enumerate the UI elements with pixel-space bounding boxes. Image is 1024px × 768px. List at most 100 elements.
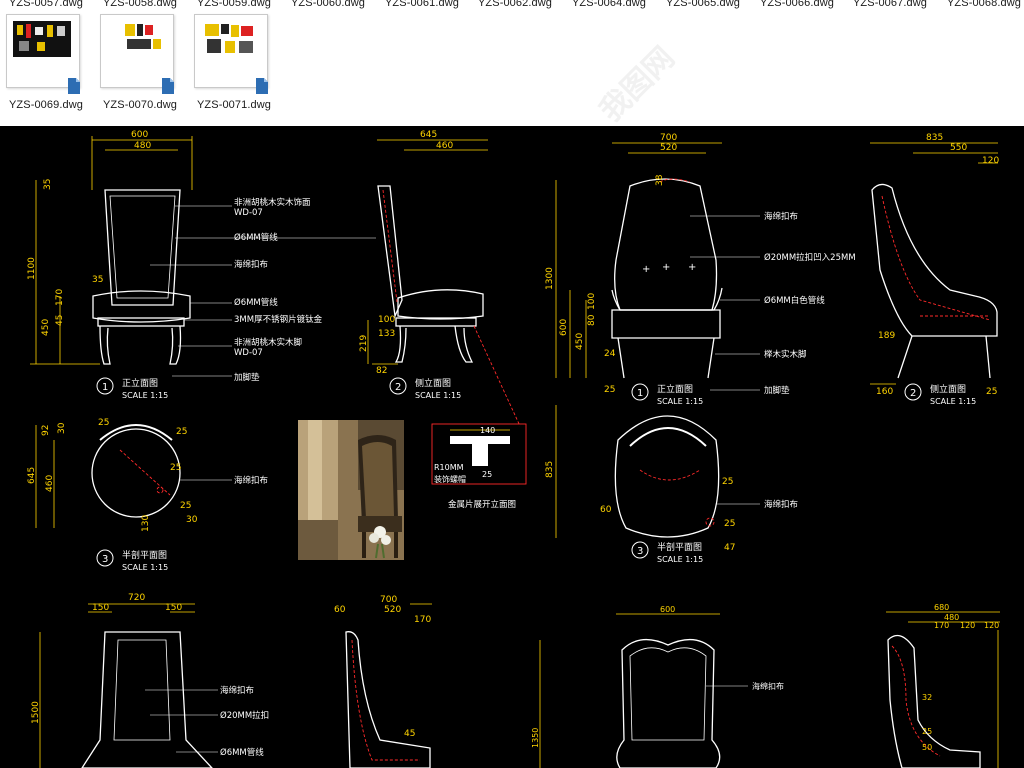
- file-name-label[interactable]: YZS-0057.dwg: [9, 0, 83, 9]
- file-name-label[interactable]: YZS-0061.dwg: [385, 0, 459, 9]
- dim-text: 35: [92, 275, 103, 285]
- dim-text: 50: [922, 743, 932, 752]
- dim-text: 25: [180, 501, 191, 511]
- chair1-front-title: 1 正立面图 SCALE 1:15: [96, 377, 168, 400]
- chair2-plan-dim-text: 835 60 25 25 47: [545, 461, 735, 553]
- dim-text: 700: [380, 595, 397, 605]
- dim-text: 645: [420, 130, 437, 140]
- dim-text: 25: [722, 477, 733, 487]
- dim-text: 60: [600, 505, 612, 515]
- dim-text: 25: [482, 470, 492, 479]
- chair3-side-section: [351, 639, 420, 761]
- dim-text: 35: [43, 179, 53, 190]
- dim-text: 680: [934, 603, 949, 612]
- dim-text: 150: [92, 603, 109, 613]
- metal-detail: 140 25 R10MM 装饰螺帽 金属片展开立面图: [431, 423, 527, 510]
- dim-text: 45: [404, 729, 415, 739]
- dim-text: 450: [575, 333, 585, 350]
- chair3-labels: 海绵扣布 Ø20MM拉扣 Ø6MM管线: [220, 685, 269, 758]
- dim-text: 32: [922, 693, 932, 702]
- annotation-text: 海绵扣布: [764, 211, 798, 222]
- dim-text: 120: [982, 156, 999, 166]
- file-name-label[interactable]: YZS-0069.dwg: [9, 99, 83, 111]
- file-thumbnail[interactable]: [6, 14, 82, 94]
- annotation-text: WD-07: [234, 348, 263, 358]
- file-name-label[interactable]: YZS-0065.dwg: [666, 0, 740, 9]
- dim-text: 25: [922, 727, 932, 736]
- dim-text: 1100: [27, 257, 37, 280]
- dim-text: 25: [986, 387, 997, 397]
- file-name-label[interactable]: YZS-0062.dwg: [478, 0, 552, 9]
- view-title: 正立面图: [122, 377, 158, 389]
- file-browser: YZS-0057.dwg YZS-0058.dwg YZS-0059.dwg Y…: [0, 0, 1024, 128]
- annotation-text: 海绵扣布: [752, 681, 784, 691]
- view-number: 1: [102, 382, 108, 393]
- dim-text: 133: [378, 329, 395, 339]
- detail-title: 金属片展开立面图: [448, 499, 516, 510]
- file-name-label[interactable]: YZS-0059.dwg: [197, 0, 271, 9]
- chair2-front-elevation: [611, 178, 723, 379]
- chair2-front-title: 1 正立面图 SCALE 1:15: [631, 383, 703, 406]
- dim-text: 835: [926, 133, 943, 143]
- file-name-label[interactable]: YZS-0070.dwg: [103, 99, 177, 111]
- dim-text: 60: [334, 605, 346, 615]
- dim-text: 520: [384, 605, 401, 615]
- dim-text: 25: [176, 427, 187, 437]
- drawing-preview: [13, 21, 71, 57]
- chair1-plan: [91, 424, 181, 518]
- file-thumbnail[interactable]: [194, 14, 270, 94]
- chair3-side-elevation: [345, 631, 431, 768]
- dim-text: 600: [559, 319, 569, 336]
- view-number: 2: [910, 388, 916, 399]
- file-name-label[interactable]: YZS-0066.dwg: [760, 0, 834, 9]
- chair2-front-dim-text: 700 520 38 1300 600 450 80 100 24 25: [545, 133, 677, 395]
- watermark-text: 我图网: [593, 40, 681, 128]
- file-name-label[interactable]: YZS-0064.dwg: [572, 0, 646, 9]
- chair4-front-elevation: [616, 638, 721, 768]
- view-title: 侧立面图: [415, 377, 451, 389]
- annotation-text: 海绵扣布: [764, 499, 798, 510]
- svg-text:+: +: [662, 262, 670, 273]
- file-name-label[interactable]: YZS-0060.dwg: [291, 0, 365, 9]
- dim-text: 450: [41, 319, 51, 336]
- annotation-text: Ø6MM管线: [234, 297, 278, 308]
- annotation-text: 海绵扣布: [220, 685, 254, 696]
- svg-text:+: +: [642, 264, 650, 275]
- cad-drawing: 600 480 35 1100 35 170 450 45 645 460 10…: [27, 130, 1000, 768]
- dim-text: 92: [41, 425, 51, 436]
- dim-text: 160: [876, 387, 893, 397]
- annotation-text: 装饰螺帽: [434, 474, 466, 484]
- annotation-text: 3MM厚不锈钢片镀钛金: [234, 314, 323, 325]
- thumbnail-frame: [100, 14, 174, 88]
- dwg-file-icon: [256, 78, 268, 94]
- view-title: 侧立面图: [930, 383, 966, 395]
- dim-text: 25: [604, 385, 615, 395]
- annotation-text: 榉木实木脚: [764, 349, 807, 360]
- svg-text:+: +: [688, 262, 696, 273]
- dim-text: 24: [604, 349, 616, 359]
- chair2-leaders: [690, 215, 760, 391]
- dim-text: 25: [170, 463, 181, 473]
- chair4-dim-text: 600 680 480 170 120 120 1350 32 25 50: [531, 603, 999, 752]
- dim-text: 100: [587, 293, 597, 310]
- dim-text: 720: [128, 593, 145, 603]
- file-name-label[interactable]: YZS-0067.dwg: [853, 0, 927, 9]
- chair2-plan-section: [639, 469, 715, 527]
- file-name-label[interactable]: YZS-0058.dwg: [103, 0, 177, 9]
- view-number: 3: [102, 554, 108, 565]
- file-thumbnail[interactable]: [100, 14, 176, 94]
- dim-text: 170: [414, 615, 431, 625]
- view-scale: SCALE 1:15: [122, 563, 168, 572]
- thumbnail-frame: [6, 14, 80, 88]
- view-title: 半剖平面图: [657, 541, 702, 553]
- dim-text: 600: [131, 130, 148, 140]
- dim-text: 480: [134, 141, 151, 151]
- annotation-text: 非洲胡桃木实木脚: [234, 337, 302, 348]
- chair3-front-elevation: [81, 631, 213, 768]
- file-name-label[interactable]: YZS-0068.dwg: [947, 0, 1021, 9]
- file-name-label[interactable]: YZS-0071.dwg: [197, 99, 271, 111]
- chair1-plan-section: [119, 449, 171, 496]
- annotation-text: 加脚垫: [764, 385, 790, 396]
- chair2-side-dim-text: 835 550 120 189 160 25: [876, 133, 999, 397]
- chair2-plan: [614, 415, 720, 538]
